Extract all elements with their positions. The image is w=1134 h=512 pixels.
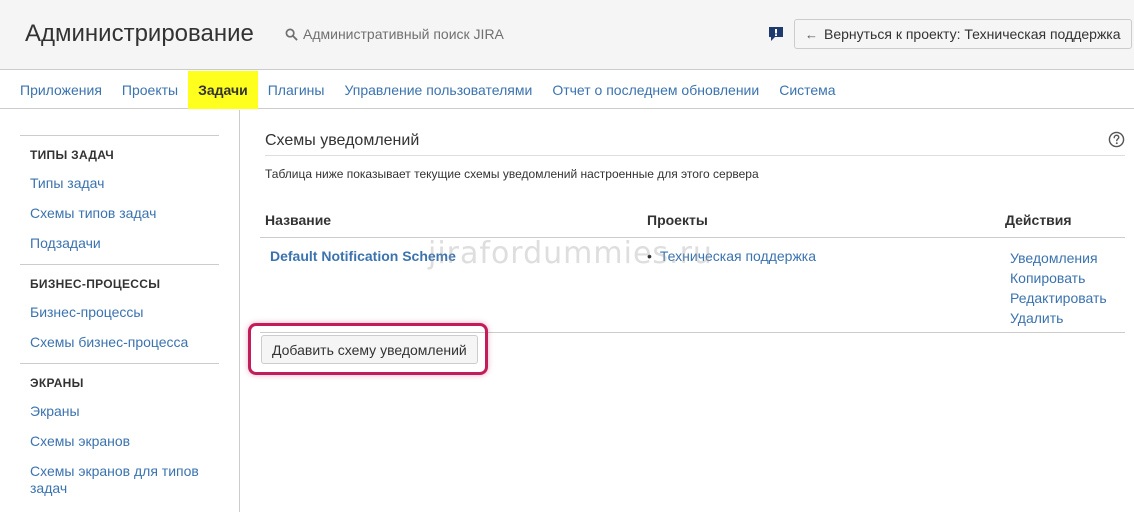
sidebar-item-issue-types[interactable]: Типы задач	[20, 168, 219, 198]
arrow-left-icon: ←	[805, 26, 818, 42]
search-icon	[285, 28, 298, 41]
column-header-name: Название	[265, 212, 332, 228]
admin-search[interactable]: Административный поиск JIRA	[285, 26, 504, 42]
title-divider	[265, 155, 1125, 156]
column-header-projects: Проекты	[647, 212, 708, 228]
admin-search-label: Административный поиск JIRA	[303, 26, 504, 42]
action-edit-link[interactable]: Редактировать	[1010, 288, 1107, 308]
sidebar-section-screens: ЭКРАНЫ Экраны Схемы экранов Схемы экрано…	[20, 363, 219, 509]
sidebar: ТИПЫ ЗАДАЧ Типы задач Схемы типов задач …	[0, 110, 240, 512]
admin-header: Администрирование Административный поиск…	[0, 0, 1134, 70]
tab-plugins[interactable]: Плагины	[258, 71, 335, 109]
help-icon[interactable]	[1108, 131, 1125, 148]
action-copy-link[interactable]: Копировать	[1010, 268, 1107, 288]
sidebar-heading: БИЗНЕС-ПРОЦЕССЫ	[30, 277, 161, 291]
add-notification-scheme-button[interactable]: Добавить схему уведомлений	[261, 335, 478, 364]
action-delete-link[interactable]: Удалить	[1010, 308, 1107, 328]
action-notifications-link[interactable]: Уведомления	[1010, 248, 1107, 268]
row-actions: Уведомления Копировать Редактировать Уда…	[1010, 248, 1107, 328]
tab-issues[interactable]: Задачи	[188, 71, 258, 109]
sidebar-item-issue-type-screen-schemes[interactable]: Схемы экранов для типов задач	[20, 456, 219, 503]
sidebar-heading: ТИПЫ ЗАДАЧ	[30, 148, 115, 162]
column-header-actions: Действия	[1005, 212, 1072, 228]
table-header: Название Проекты Действия	[260, 202, 1125, 238]
back-to-project-button[interactable]: ← Вернуться к проекту: Техническая подде…	[794, 19, 1132, 49]
admin-nav: Приложения Проекты Задачи Плагины Управл…	[0, 71, 1134, 109]
sidebar-item-workflow-schemes[interactable]: Схемы бизнес-процесса	[20, 327, 219, 357]
sidebar-item-issue-type-schemes[interactable]: Схемы типов задач	[20, 198, 219, 228]
sidebar-heading: ЭКРАНЫ	[30, 376, 84, 390]
tab-user-management[interactable]: Управление пользователями	[334, 71, 542, 109]
sidebar-section-issue-types: ТИПЫ ЗАДАЧ Типы задач Схемы типов задач …	[20, 135, 219, 264]
tab-system[interactable]: Система	[769, 71, 845, 109]
sidebar-item-screens[interactable]: Экраны	[20, 396, 219, 426]
page-title: Схемы уведомлений	[265, 132, 420, 149]
page-header-title: Администрирование	[25, 20, 254, 47]
sidebar-section-workflows: БИЗНЕС-ПРОЦЕССЫ Бизнес-процессы Схемы би…	[20, 264, 219, 363]
sidebar-item-screen-schemes[interactable]: Схемы экранов	[20, 426, 219, 456]
back-to-project-label: Вернуться к проекту: Техническая поддерж…	[824, 26, 1121, 42]
tab-applications[interactable]: Приложения	[10, 71, 112, 109]
tab-projects[interactable]: Проекты	[112, 71, 188, 109]
sidebar-item-workflows[interactable]: Бизнес-процессы	[20, 297, 219, 327]
add-button-highlight: Добавить схему уведомлений	[248, 323, 488, 375]
sidebar-item-subtasks[interactable]: Подзадачи	[20, 228, 219, 258]
watermark: jirafordummies.ru	[428, 236, 713, 271]
feedback-icon[interactable]	[768, 26, 784, 42]
page-description: Таблица ниже показывает текущие схемы ув…	[265, 167, 759, 181]
tab-upgrade-report[interactable]: Отчет о последнем обновлении	[542, 71, 769, 109]
